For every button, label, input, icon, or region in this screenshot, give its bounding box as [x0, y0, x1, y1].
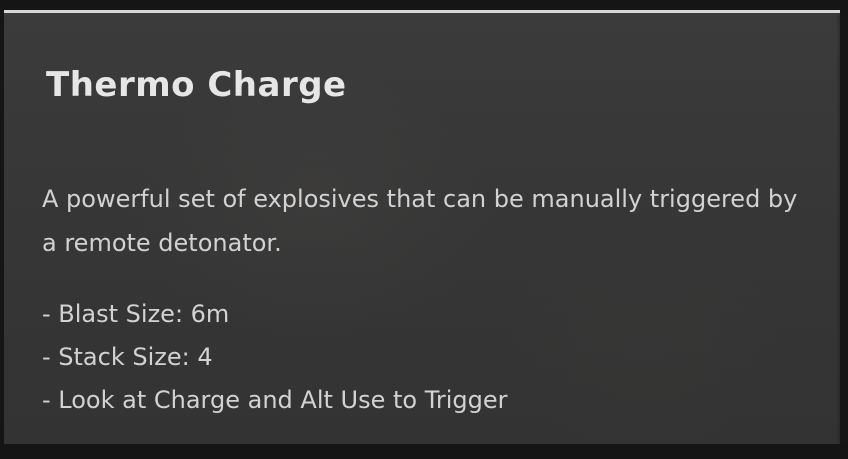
item-tooltip-panel: Thermo Charge A powerful set of explosiv… — [4, 10, 840, 444]
item-title: Thermo Charge — [46, 65, 347, 105]
panel-edge-shadow — [836, 14, 848, 444]
stat-stack-size: - Stack Size: 4 — [42, 343, 213, 371]
stat-blast-size: - Blast Size: 6m — [42, 300, 230, 328]
item-stats-list: - Blast Size: 6m - Stack Size: 4 - Look … — [42, 293, 508, 422]
screen: Thermo Charge A powerful set of explosiv… — [0, 0, 848, 459]
item-description: A powerful set of explosives that can be… — [42, 185, 798, 257]
stat-usage-hint: - Look at Charge and Alt Use to Trigger — [42, 386, 508, 414]
